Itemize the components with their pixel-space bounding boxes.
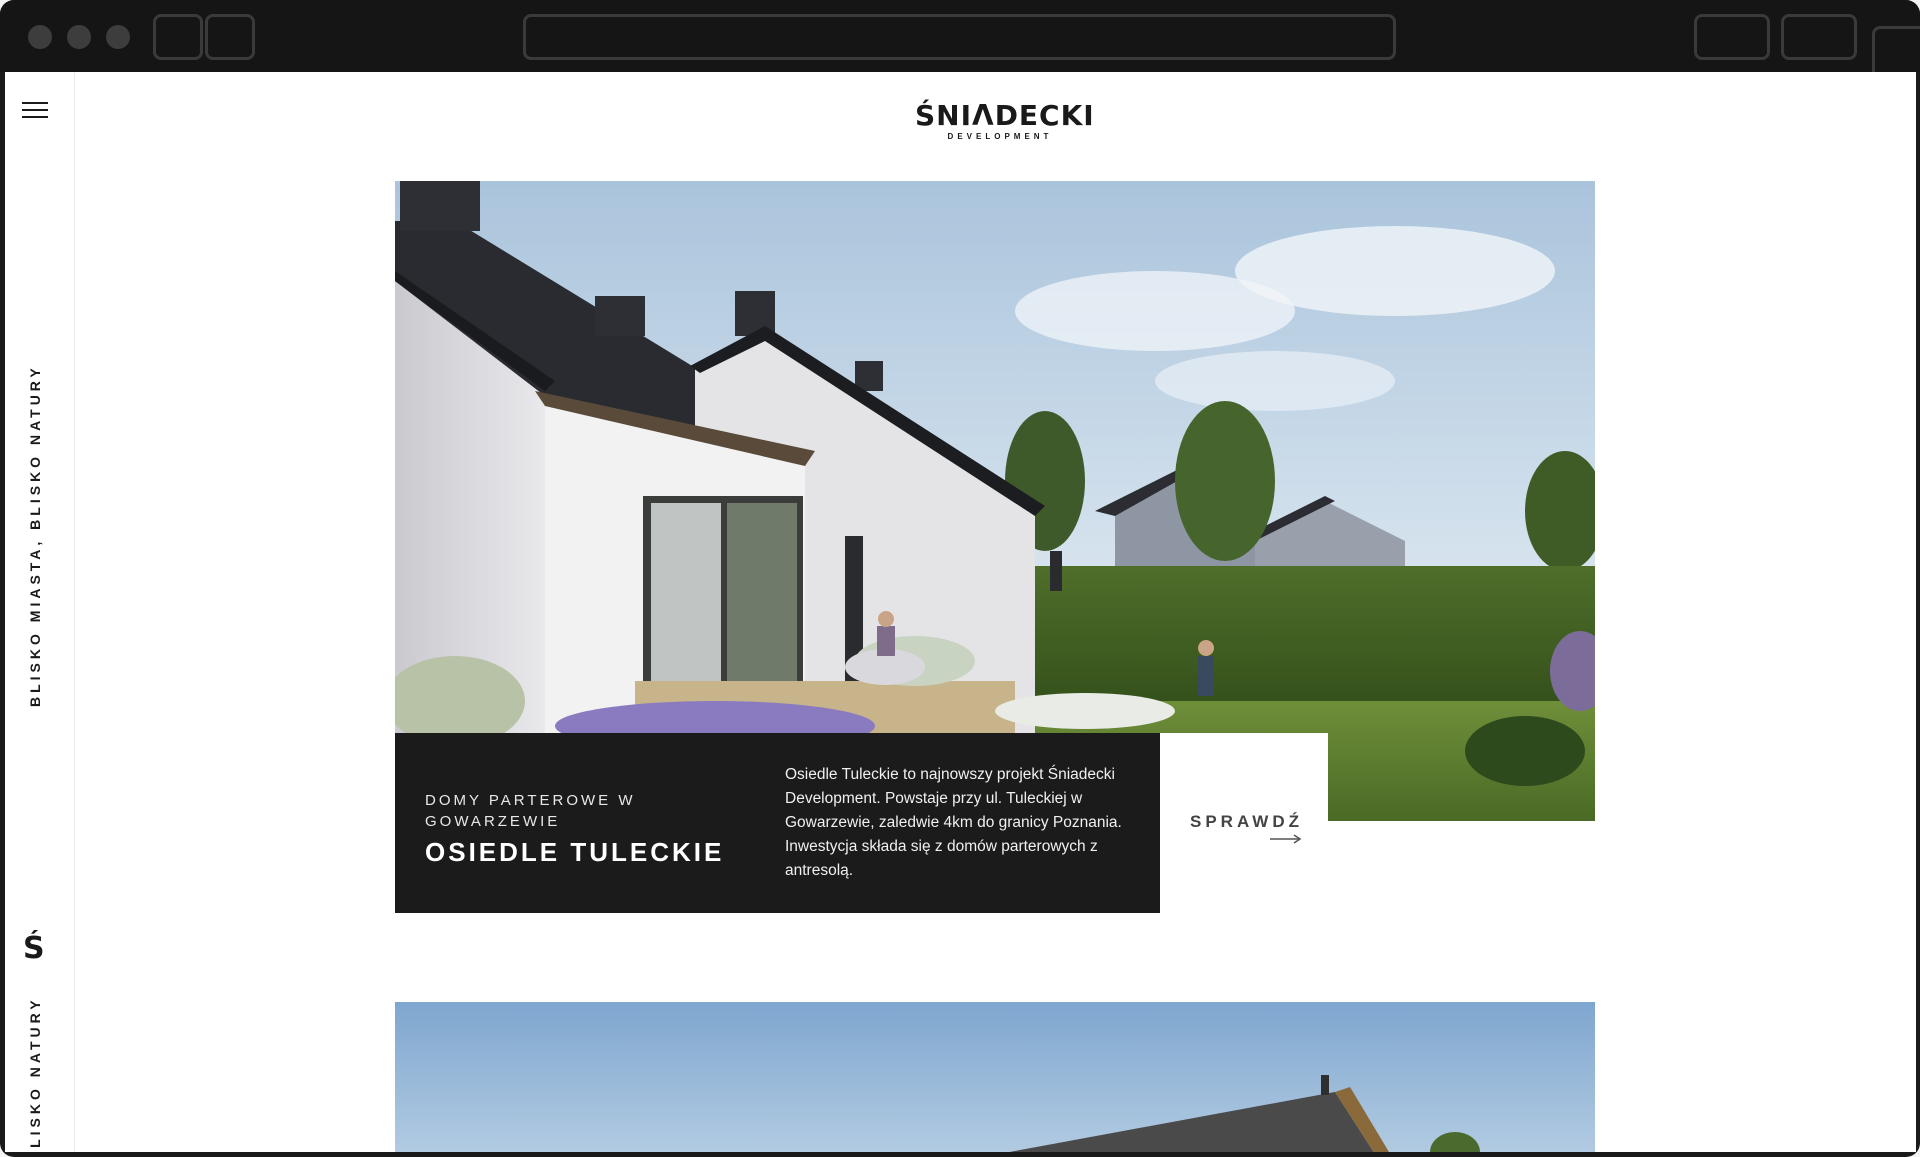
window-close-dot[interactable] bbox=[28, 25, 52, 49]
browser-window: BLISKO MIASTA, BLISKO NATURY Ś BLISKO NA… bbox=[0, 0, 1920, 1157]
project-info-card: DOMY PARTEROWE W GOWARZEWIE OSIEDLE TULE… bbox=[395, 733, 1160, 913]
project-title: OSIEDLE TULECKIE bbox=[425, 837, 725, 867]
sidebar-tagline-repeat: BLISKO NATURY bbox=[27, 996, 43, 1152]
back-button[interactable] bbox=[153, 14, 203, 60]
arrow-right-icon bbox=[1270, 834, 1302, 844]
browser-toolbar bbox=[0, 0, 1920, 86]
window-minimize-dot[interactable] bbox=[67, 25, 91, 49]
second-project-image[interactable] bbox=[395, 1002, 1595, 1152]
project-eyebrow: DOMY PARTEROWE W GOWARZEWIE bbox=[425, 792, 636, 830]
cta-label: SPRAWDŹ bbox=[1190, 812, 1303, 831]
project-description: Osiedle Tuleckie to najnowszy projekt Śn… bbox=[785, 766, 1122, 879]
forward-button[interactable] bbox=[205, 14, 255, 60]
browser-action-button[interactable] bbox=[1694, 14, 1770, 60]
brand-name: ŚNIΛDECKI bbox=[915, 99, 1095, 132]
address-bar[interactable] bbox=[523, 14, 1396, 60]
hamburger-menu-icon[interactable] bbox=[22, 102, 48, 120]
brand-logo[interactable]: ŚNIΛDECKI DEVELOPMENT bbox=[915, 99, 1095, 142]
sidebar-logo-mark[interactable]: Ś bbox=[23, 934, 45, 964]
sidebar-tagline: BLISKO MIASTA, BLISKO NATURY bbox=[27, 364, 43, 707]
brand-subtitle: DEVELOPMENT bbox=[947, 132, 1053, 141]
window-maximize-dot[interactable] bbox=[106, 25, 130, 49]
project-hero-image[interactable] bbox=[395, 181, 1595, 821]
left-sidebar: BLISKO MIASTA, BLISKO NATURY Ś BLISKO NA… bbox=[5, 72, 75, 1152]
page-viewport: BLISKO MIASTA, BLISKO NATURY Ś BLISKO NA… bbox=[5, 72, 1916, 1152]
sprawdz-button[interactable]: SPRAWDŹ bbox=[1160, 733, 1328, 831]
browser-menu-button[interactable] bbox=[1781, 14, 1857, 60]
